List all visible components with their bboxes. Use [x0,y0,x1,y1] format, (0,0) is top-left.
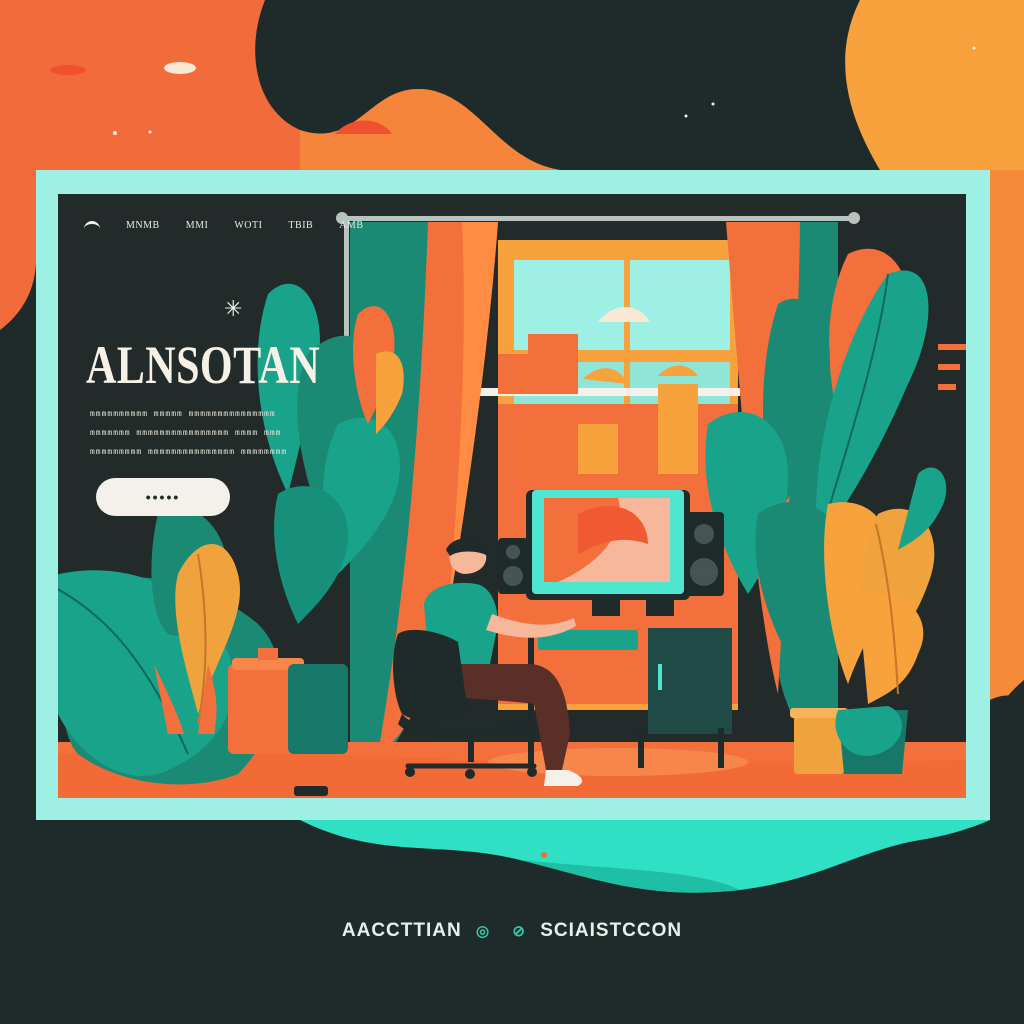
nav-item-4[interactable]: TBIB [288,220,313,231]
footer-right-text: SCIAISTCCON [540,920,683,941]
logo-icon[interactable] [84,221,100,230]
nav-item-3[interactable]: WOTI [234,220,262,231]
nav-item-2[interactable]: MMI [186,220,209,231]
description-line: mmmmmmm mmmmmmmmmmmmmmmm mmmm mmm [90,429,282,438]
sparkle-icon: ✳ [224,296,243,321]
footer-left-text: AACCTTIAN [341,920,462,941]
hero-title: ALNSOTAN [86,335,321,395]
top-navigation: MNMB MMI WOTI TBIB AMB [84,220,364,231]
website-screen: MNMB MMI WOTI TBIB AMB ✳ ALNSOTAN mmmmmm… [58,194,966,798]
separator-icon: ◎ [475,923,491,940]
cta-button[interactable]: ••••• [96,478,230,516]
nav-item-5[interactable]: AMB [339,220,363,231]
footer-caption: AACCTTIAN ◎ ⊘ SCIAISTCCON [0,920,1024,942]
separator-icon: ⊘ [512,923,526,940]
hero-description: mmmmmmmmmm mmmmm mmmmmmmmmmmmmmm mmmmmmm… [90,405,287,462]
description-line: mmmmmmmmm mmmmmmmmmmmmmmm mmmmmmmm [90,448,288,457]
description-line: mmmmmmmmmm mmmmm mmmmmmmmmmmmmmm [90,410,276,419]
nav-item-1[interactable]: MNMB [126,220,160,231]
